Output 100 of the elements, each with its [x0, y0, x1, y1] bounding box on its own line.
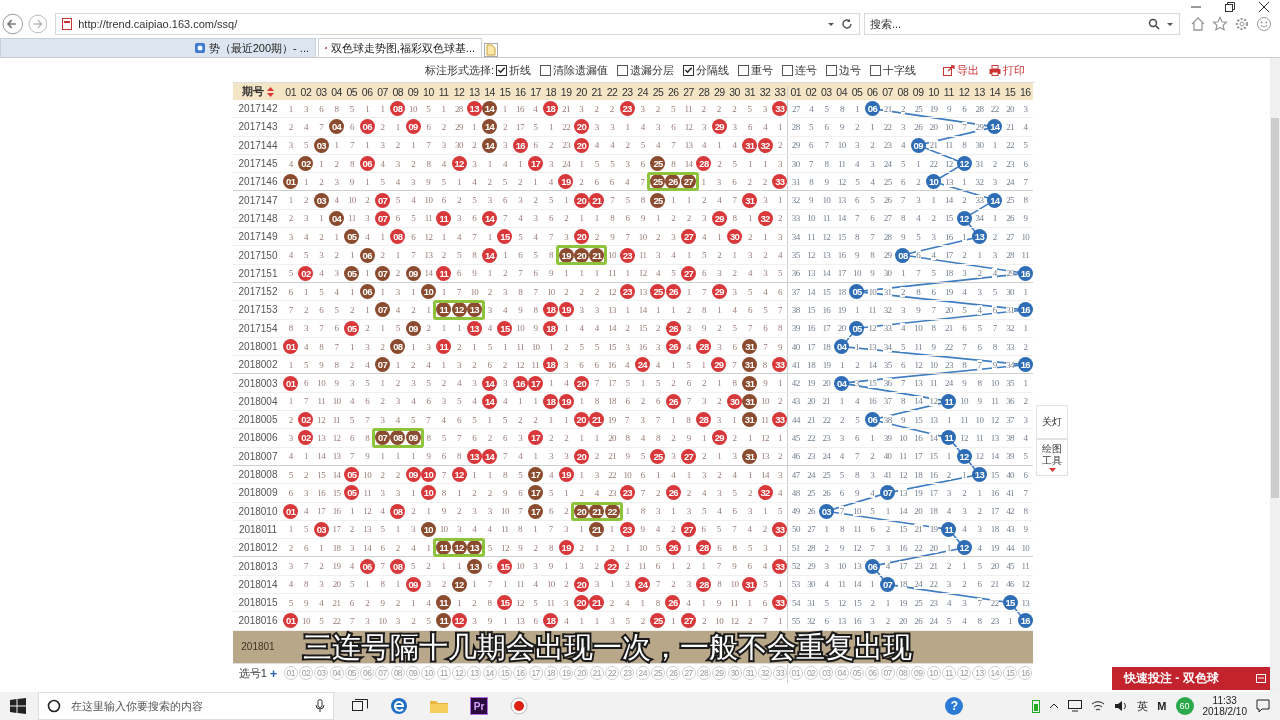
miss-count: 4 — [548, 469, 554, 480]
scrollbar[interactable] — [1270, 58, 1280, 692]
tray-badge[interactable]: 60 — [1175, 697, 1194, 715]
miss-count: 4 — [471, 396, 477, 407]
quick-bet-button[interactable]: 快速投注 - 双色球 — [1112, 667, 1272, 690]
home-icon[interactable] — [1190, 16, 1206, 32]
miss-count: 2 — [456, 506, 462, 517]
windows-icon[interactable] — [10, 698, 26, 714]
checkbox-label[interactable]: 清除遗漏值 — [553, 62, 609, 78]
miss-count: 9 — [839, 121, 845, 132]
app-icon[interactable]: Pr — [470, 697, 488, 715]
miss-count: 38 — [791, 304, 801, 315]
number-ball: 06 — [864, 558, 880, 574]
column-header: 08 — [896, 85, 910, 98]
number-ball: 31 — [741, 357, 757, 373]
miss-count: 3 — [1022, 414, 1028, 425]
scroll-thumb[interactable] — [1271, 118, 1279, 498]
number-ball: 23 — [619, 284, 635, 300]
miss-count: 11 — [975, 433, 984, 443]
back-button[interactable] — [2, 13, 24, 35]
checkbox[interactable] — [870, 64, 882, 76]
checkbox-label[interactable]: 边号 — [839, 62, 862, 78]
side-button[interactable]: 绘图工具 — [1036, 439, 1068, 476]
column-header[interactable]: 期号 — [242, 84, 264, 99]
miss-count: 7 — [732, 195, 737, 206]
sort-icon[interactable] — [267, 86, 274, 97]
side-button[interactable]: 关灯 — [1036, 405, 1068, 439]
miss-count: 5 — [701, 506, 707, 517]
miss-count: 1 — [624, 121, 630, 132]
input-method[interactable]: 英 — [1137, 698, 1149, 714]
checkbox[interactable] — [540, 64, 552, 76]
record-icon[interactable] — [510, 697, 528, 715]
miss-count: 11 — [868, 304, 877, 315]
chevron-up-icon[interactable] — [1049, 702, 1060, 710]
miss-count: 36 — [791, 268, 801, 279]
search-box[interactable]: 搜索... — [863, 13, 1180, 35]
miss-count: 6 — [732, 341, 737, 352]
miss-count: 17 — [898, 561, 908, 572]
miss-count: 14 — [607, 323, 617, 334]
clock-time[interactable]: 11:33 — [1212, 694, 1237, 706]
checkbox[interactable] — [782, 64, 794, 76]
browser-tab[interactable]: 势（最近200期）- ... — [0, 38, 316, 57]
checkbox-label[interactable]: 分隔线 — [696, 62, 730, 78]
url-field[interactable]: http://trend.caipiao.163.com/ssq/ — [78, 18, 821, 30]
address-bar[interactable]: http://trend.caipiao.163.com/ssq/ — [55, 13, 860, 35]
restore-icon[interactable] — [1224, 1, 1236, 13]
number-ball: 07 — [880, 576, 896, 592]
miss-count: 9 — [639, 524, 645, 535]
number-ball: 12 — [451, 576, 467, 592]
miss-count: 4 — [349, 561, 355, 572]
number-ball: 28 — [696, 540, 712, 556]
miss-count: 8 — [486, 597, 492, 608]
miss-count: 6 — [854, 195, 860, 206]
checkbox[interactable] — [683, 64, 695, 76]
miss-count: 2 — [716, 103, 722, 114]
search-icon[interactable] — [1148, 18, 1162, 30]
miss-count: 2 — [701, 378, 707, 389]
wifi-icon[interactable] — [1091, 700, 1106, 712]
checkbox-label[interactable]: 遗漏分层 — [630, 62, 675, 78]
miss-count: 1 — [762, 231, 768, 242]
help-button[interactable]: ? — [945, 697, 964, 715]
checkbox-label[interactable]: 十字线 — [883, 62, 917, 78]
checkbox[interactable] — [826, 64, 838, 76]
close-icon[interactable] — [1258, 1, 1270, 13]
miss-count: 23 — [944, 359, 954, 370]
number-ball: 16 — [1017, 357, 1033, 373]
miss-count: 42 — [1005, 506, 1015, 517]
miss-count: 5 — [594, 341, 600, 352]
miss-count: 6 — [900, 359, 906, 370]
add-button[interactable]: + — [269, 665, 278, 681]
miss-count: 40 — [883, 451, 892, 462]
checkbox[interactable] — [738, 64, 750, 76]
battery-icon[interactable] — [1032, 699, 1041, 713]
notification-icon[interactable] — [1256, 699, 1270, 713]
number-ball: 31 — [741, 412, 757, 428]
dropdown-icon[interactable] — [826, 20, 835, 28]
miss-count: 37 — [791, 286, 801, 297]
miss-count: 15 — [638, 323, 648, 334]
miss-count: 11 — [516, 341, 525, 352]
checkbox-label[interactable]: 折线 — [509, 62, 532, 78]
toolbar-link[interactable]: 导出 — [943, 62, 979, 78]
miss-count: 7 — [364, 414, 370, 425]
checkbox-label[interactable]: 连号 — [795, 62, 818, 78]
volume-icon[interactable] — [1114, 700, 1129, 712]
dropdown-icon[interactable] — [1166, 20, 1174, 28]
star-icon[interactable] — [1212, 16, 1228, 32]
browser-tab[interactable]: 双色球走势图,福彩双色球基... — [318, 38, 482, 57]
browser-icon[interactable] — [390, 697, 408, 715]
tray-app[interactable]: M — [1157, 700, 1167, 712]
checkbox[interactable] — [617, 64, 629, 76]
miss-count: 5 — [624, 615, 630, 626]
task-view-icon[interactable] — [352, 699, 368, 713]
refresh-icon[interactable] — [840, 18, 853, 30]
display-icon[interactable] — [1068, 700, 1083, 712]
checkbox-label[interactable]: 重号 — [751, 62, 774, 78]
miss-count: 1 — [349, 341, 355, 352]
search-box[interactable]: 在这里输入你要搜索的内容 — [38, 692, 334, 720]
clock-date[interactable]: 2018/2/10 — [1202, 706, 1247, 718]
checkbox[interactable] — [496, 64, 508, 76]
toolbar-link[interactable]: 打印 — [989, 62, 1025, 78]
